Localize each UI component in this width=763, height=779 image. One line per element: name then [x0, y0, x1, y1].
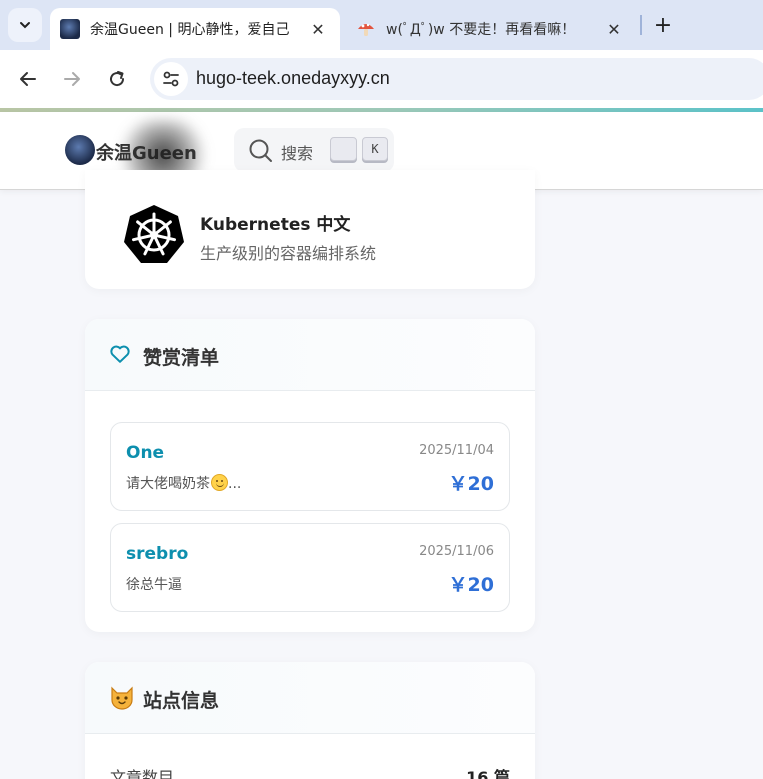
search-label: 搜索: [281, 144, 314, 163]
donor-name: srebro: [126, 544, 189, 564]
friend-link-desc: 生产级别的容器编排系统: [200, 244, 377, 263]
heart-icon: [110, 345, 130, 363]
close-tab-icon[interactable]: ✕: [602, 17, 626, 41]
mushroom-favicon-icon: [356, 19, 376, 39]
reload-button[interactable]: [101, 63, 133, 95]
site-info-button[interactable]: [154, 62, 188, 96]
site-avatar[interactable]: [65, 135, 95, 165]
keyboard-key-k: K: [362, 137, 388, 161]
forward-button[interactable]: [56, 63, 88, 95]
donate-message: 请大佬喝奶茶...: [126, 474, 242, 492]
chevron-down-icon: [20, 22, 30, 29]
donate-amount: ￥20: [448, 473, 494, 495]
browser-toolbar: hugo-teek.onedayxyy.cn: [0, 50, 763, 108]
search-icon: [249, 139, 272, 162]
stat-row: 文章数目 16 篇: [110, 764, 510, 779]
back-button[interactable]: [12, 63, 44, 95]
card-header: 赞赏清单: [85, 319, 535, 391]
card-header: 站点信息: [85, 662, 535, 734]
browser-tab-active[interactable]: 余温Gueen | 明心静性，爱自己 ✕: [50, 8, 340, 50]
donor-name: One: [126, 443, 165, 463]
donate-item[interactable]: One 2025/11/04 请大佬喝奶茶... ￥20: [110, 422, 510, 511]
new-tab-button[interactable]: +: [648, 10, 678, 40]
tab-title: 余温Gueen | 明心静性，爱自己: [90, 22, 290, 38]
keyboard-key-meta: [330, 137, 357, 161]
tab-title: w(ﾟДﾟ)w 不要走！再看看嘛！: [386, 22, 576, 38]
close-tab-icon[interactable]: ✕: [306, 17, 330, 41]
donate-date: 2025/11/04: [419, 443, 494, 458]
browser-tab-bar: 余温Gueen | 明心静性，爱自己 ✕ w(ﾟДﾟ)w 不要走！再看看嘛！ ✕…: [0, 0, 763, 50]
donate-item[interactable]: srebro 2025/11/06 徐总牛逼 ￥20: [110, 523, 510, 612]
browser-tab-inactive[interactable]: w(ﾟДﾟ)w 不要走！再看看嘛！ ✕: [346, 8, 636, 50]
tune-icon: [163, 71, 179, 87]
donate-message: 徐总牛逼: [126, 577, 182, 593]
tab-divider: [640, 15, 642, 35]
search-button[interactable]: 搜索 K: [234, 128, 394, 172]
site-favicon-icon: [60, 19, 80, 39]
site-info-card: 站点信息 文章数目 16 篇: [85, 662, 535, 779]
donate-date: 2025/11/06: [419, 544, 494, 559]
stat-label: 文章数目: [110, 768, 175, 779]
address-bar[interactable]: hugo-teek.onedayxyy.cn: [150, 58, 763, 100]
stat-value: 16 篇: [466, 768, 510, 779]
friend-link-name: Kubernetes 中文: [200, 215, 351, 235]
url-text[interactable]: hugo-teek.onedayxyy.cn: [196, 68, 390, 89]
donate-list-card: 赞赏清单 One 2025/11/04 请大佬喝奶茶... ￥20 srebro…: [85, 319, 535, 632]
card-title: 赞赏清单: [143, 347, 220, 369]
reload-icon: [110, 71, 125, 87]
friend-link-card[interactable]: Kubernetes 中文 生产级别的容器编排系统: [85, 170, 535, 289]
arrow-left-icon: [20, 72, 36, 86]
smile-emoji-icon: [211, 474, 228, 491]
kubernetes-icon: [124, 205, 184, 263]
arrow-right-icon: [64, 72, 80, 86]
tab-search-button[interactable]: [8, 8, 42, 42]
cat-emoji-icon: [109, 684, 135, 714]
donate-amount: ￥20: [448, 574, 494, 596]
card-title: 站点信息: [143, 690, 220, 712]
plus-icon: +: [653, 12, 673, 38]
